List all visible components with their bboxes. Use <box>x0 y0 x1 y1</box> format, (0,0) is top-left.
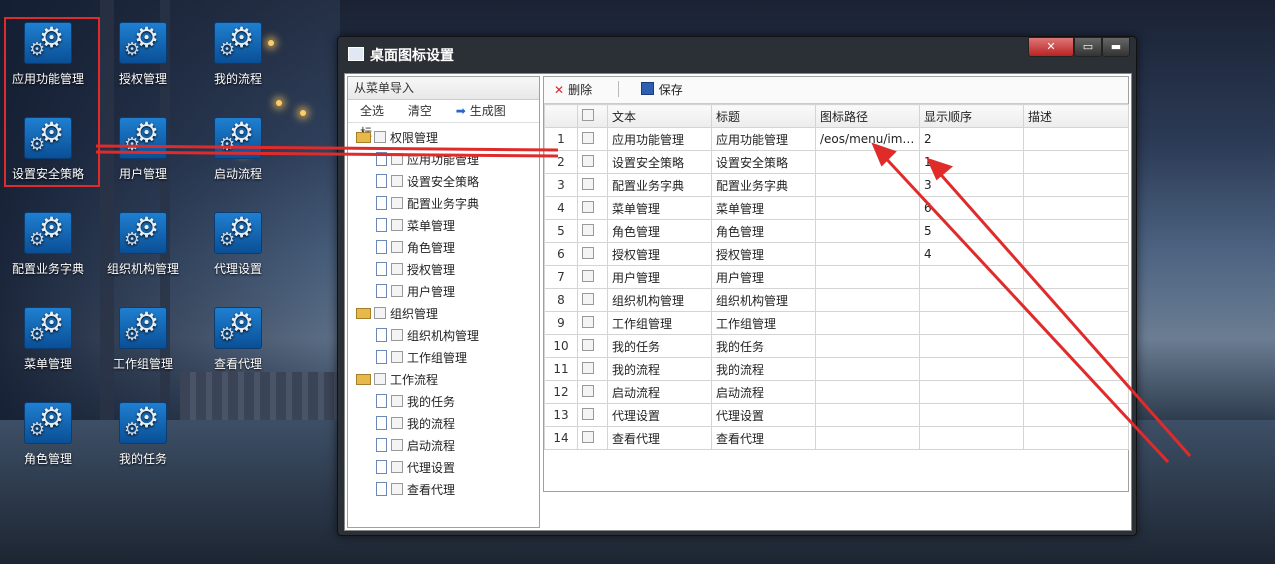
annotation-arrowhead <box>871 142 897 167</box>
annotation-arrow <box>878 150 1170 464</box>
annotation-arrowhead <box>926 157 954 181</box>
annotation-arrow <box>933 167 1192 457</box>
annotation-overlay <box>95 142 1192 464</box>
annotation-line <box>95 144 559 152</box>
annotation-line <box>95 150 559 158</box>
